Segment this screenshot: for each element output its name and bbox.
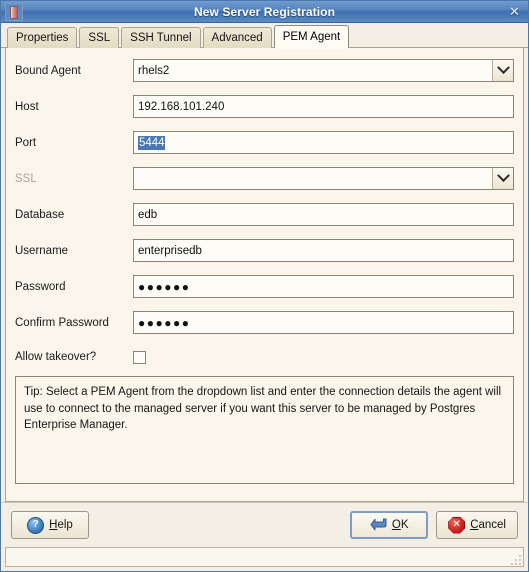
host-label: Host	[15, 100, 39, 113]
help-button-label: Help	[49, 519, 73, 531]
bound-agent-label: Bound Agent	[15, 64, 81, 77]
password-label: Password	[15, 280, 66, 293]
bound-agent-row: Bound Agent rhels2	[15, 58, 514, 83]
username-input[interactable]: enterprisedb	[133, 239, 514, 262]
port-row: Port 5444	[15, 130, 514, 155]
port-input[interactable]: 5444	[133, 131, 514, 154]
resize-grip[interactable]	[507, 551, 521, 565]
tip-text: Tip: Select a PEM Agent from the dropdow…	[15, 376, 514, 484]
password-value: ●●●●●●	[138, 279, 191, 294]
allow-takeover-label: Allow takeover?	[15, 351, 97, 363]
confirm-password-input[interactable]: ●●●●●●	[133, 311, 514, 334]
database-input[interactable]: edb	[133, 203, 514, 226]
database-label: Database	[15, 208, 65, 221]
username-row: Username enterprisedb	[15, 238, 514, 263]
window-title: New Server Registration	[193, 4, 335, 19]
tab-properties[interactable]: Properties	[7, 27, 78, 48]
help-icon: ?	[27, 516, 45, 534]
allow-takeover-row: Allow takeover?	[15, 346, 514, 368]
bound-agent-value: rhels2	[138, 64, 170, 77]
tab-advanced[interactable]: Advanced	[202, 27, 272, 48]
host-input[interactable]: 192.168.101.240	[133, 95, 514, 118]
status-bar	[5, 547, 524, 567]
enter-arrow-icon	[370, 518, 387, 531]
database-row: Database edb	[15, 202, 514, 227]
ssl-row: SSL	[15, 166, 514, 191]
bound-agent-combobox[interactable]: rhels2	[133, 59, 514, 82]
chevron-down-icon[interactable]	[492, 168, 513, 189]
password-row: Password ●●●●●●	[15, 274, 514, 299]
confirm-password-value: ●●●●●●	[138, 315, 191, 330]
port-value: 5444	[138, 135, 165, 150]
ok-button[interactable]: OK	[350, 511, 429, 539]
button-bar: ? Help OK ✕ Cancel	[1, 502, 528, 547]
tab-ssl[interactable]: SSL	[79, 27, 120, 48]
database-icon	[5, 2, 23, 21]
tab-ssh-tunnel[interactable]: SSH Tunnel	[121, 27, 201, 48]
confirm-password-row: Confirm Password ●●●●●●	[15, 310, 514, 335]
cancel-button-label: Cancel	[470, 519, 506, 531]
tab-pem-agent[interactable]: PEM Agent	[273, 25, 350, 49]
ssl-combobox[interactable]	[133, 167, 514, 190]
port-label: Port	[15, 136, 37, 149]
pem-agent-panel: Bound Agent rhels2 Host 192.168.101.240 …	[5, 48, 524, 502]
chevron-down-icon[interactable]	[492, 60, 513, 81]
new-server-registration-dialog: New Server Registration ✕ Properties SSL…	[0, 0, 529, 572]
cancel-icon: ✕	[448, 516, 466, 534]
database-value: edb	[138, 208, 158, 221]
title-bar: New Server Registration ✕	[1, 1, 528, 23]
ssl-label: SSL	[15, 172, 37, 185]
confirm-password-label: Confirm Password	[15, 316, 109, 329]
allow-takeover-checkbox[interactable]	[133, 350, 146, 364]
ok-button-label: OK	[391, 519, 409, 531]
username-value: enterprisedb	[138, 244, 202, 257]
host-value: 192.168.101.240	[138, 100, 225, 113]
tab-strip: Properties SSL SSH Tunnel Advanced PEM A…	[1, 23, 528, 49]
close-icon[interactable]: ✕	[507, 4, 522, 19]
password-input[interactable]: ●●●●●●	[133, 275, 514, 298]
username-label: Username	[15, 244, 69, 257]
help-button[interactable]: ? Help	[11, 511, 89, 539]
host-row: Host 192.168.101.240	[15, 94, 514, 119]
cancel-button[interactable]: ✕ Cancel	[436, 511, 518, 539]
